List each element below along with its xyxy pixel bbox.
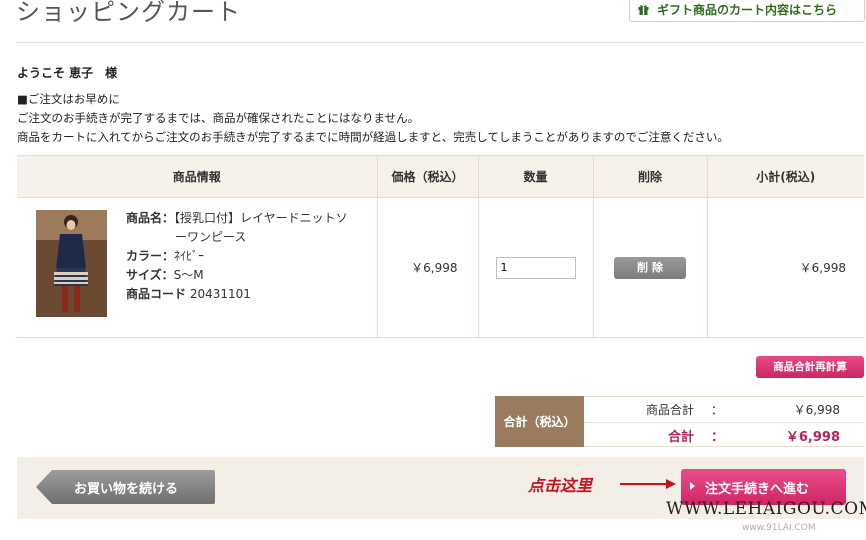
separator: ： [711, 430, 725, 445]
recalculate-button[interactable]: 商品合計再計算 [756, 356, 864, 378]
welcome-message: ようこそ 恵子 様 [17, 66, 118, 80]
page-title: ショッピングカート [16, 0, 241, 26]
continue-shopping-label: お買い物を続ける [74, 482, 179, 497]
notice-line: 商品をカートに入れてからご注文のお手続きが完了するまでに時間が経過しますと、完売… [17, 130, 729, 144]
column-header: 商品情報 [17, 155, 377, 198]
totals-label: 合計（税込） [495, 396, 584, 447]
product-name: 【授乳口付】レイヤードニットソ [174, 211, 348, 225]
product-image[interactable] [36, 210, 107, 317]
totals-box: 合計（税込） 商品合計 ： ￥6,998 合計 ： ￥6,998 [495, 396, 864, 447]
continue-shopping-button[interactable]: お買い物を続ける [36, 469, 216, 505]
color-label: カラー： [126, 249, 175, 263]
totals-rows: 商品合計 ： ￥6,998 合計 ： ￥6,998 [584, 396, 864, 447]
watermark-text: WWW.LEHAIGOU.COM [666, 499, 866, 519]
table-row: 商品名：【授乳口付】レイヤードニットソ ーワンピース カラー：ﾈｲﾋﾞｰ サイズ… [17, 197, 864, 338]
separator: ： [711, 403, 724, 417]
product-name-label: 商品名： [126, 211, 175, 225]
price-cell: ￥6,998 [376, 197, 478, 338]
delete-button[interactable]: 削除 [614, 256, 686, 279]
triangle-right-icon [690, 482, 695, 490]
delete-cell: 削除 [592, 197, 707, 338]
grand-total-row: 合計 ： ￥6,998 [584, 423, 864, 448]
code-label: 商品コード [126, 287, 187, 301]
order-notice: ■ご注文はお早めに ご注文のお手続きが完了するまでは、商品が確保されたことにはな… [17, 90, 729, 147]
gift-icon [638, 4, 649, 15]
checkout-label: 注文手続きへ進む [705, 482, 810, 497]
notice-line: ■ご注文はお早めに [17, 92, 120, 106]
annotation-text: 点击这里 [528, 476, 593, 495]
items-total-value: ￥6,998 [793, 403, 840, 417]
column-header: 小計(税込) [706, 155, 864, 198]
gift-cart-link[interactable]: ギフト商品のカート内容はこちら [629, 0, 865, 22]
notice-line: ご注文のお手続きが完了するまでは、商品が確保されたことにはなりません。 [17, 111, 420, 125]
divider [16, 42, 864, 43]
arrow-right-icon [620, 479, 676, 489]
quantity-input[interactable] [495, 256, 576, 279]
product-size: S～M [173, 268, 204, 282]
watermark-subtext: www.91LAI.COM [742, 523, 816, 533]
column-header: 数量 [477, 155, 593, 198]
column-header: 価格（税込） [376, 155, 478, 198]
size-label: サイズ： [126, 268, 174, 282]
subtotal-cell: ￥6,998 [706, 197, 864, 338]
watermark: WWW.LEHAIGOU.COM www.91LAI.COM [666, 499, 866, 540]
product-details: 商品名：【授乳口付】レイヤードニットソ ーワンピース カラー：ﾈｲﾋﾞｰ サイズ… [126, 209, 348, 304]
product-color: ﾈｲﾋﾞｰ [174, 249, 205, 263]
cart-header-row: 商品情報 価格（税込） 数量 削除 小計(税込) [17, 155, 864, 198]
gift-link-label: ギフト商品のカート内容はこちら [657, 2, 838, 17]
column-header: 削除 [592, 155, 707, 198]
product-info-cell: 商品名：【授乳口付】レイヤードニットソ ーワンピース カラー：ﾈｲﾋﾞｰ サイズ… [17, 197, 377, 338]
items-total-label: 商品合計 [645, 403, 694, 417]
grand-total-label: 合計 [667, 430, 694, 445]
product-name-continued: ーワンピース [175, 230, 247, 244]
quantity-cell [477, 197, 593, 338]
cart-table: 商品情報 価格（税込） 数量 削除 小計(税込) 商品名：【授乳口付】レイヤード… [17, 155, 864, 338]
grand-total-value: ￥6,998 [785, 430, 840, 445]
items-total-row: 商品合計 ： ￥6,998 [584, 397, 864, 423]
product-code: 20431101 [189, 287, 251, 301]
